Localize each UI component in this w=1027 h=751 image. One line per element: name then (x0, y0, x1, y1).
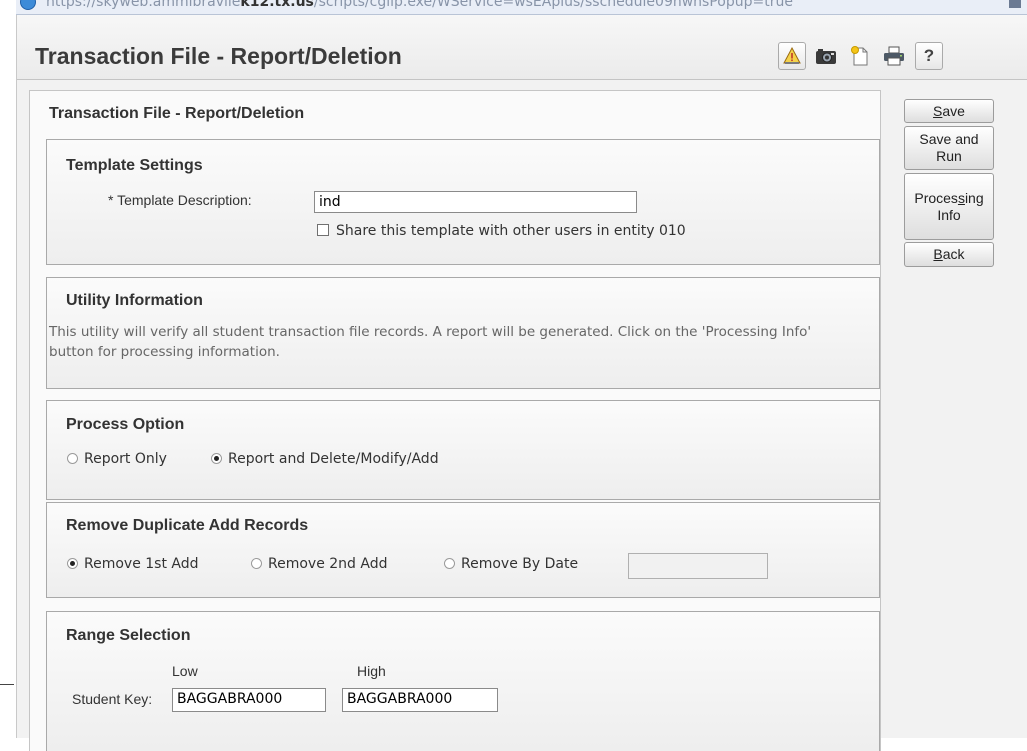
remove-1st-add-label: Remove 1st Add (84, 556, 199, 572)
template-settings-title: Template Settings (66, 157, 203, 174)
title-bar: Transaction File - Report/Deletion ? (17, 15, 1027, 80)
divider (0, 684, 14, 685)
back-button[interactable]: Back (904, 242, 994, 267)
popup-window: Transaction File - Report/Deletion ? Tra… (16, 15, 1027, 751)
student-key-low-input[interactable]: BAGGABRA000 (172, 688, 326, 712)
high-label: High (357, 663, 386, 679)
globe-icon (20, 0, 36, 10)
process-option-title: Process Option (66, 416, 185, 433)
report-and-delete-label: Report and Delete/Modify/Add (228, 451, 439, 467)
range-selection-title: Range Selection (66, 627, 191, 644)
utility-information-section: Utility Information This utility will ve… (46, 277, 880, 389)
report-only-label: Report Only (84, 451, 167, 467)
remove-2nd-add-label: Remove 2nd Add (268, 556, 388, 572)
remove-duplicates-section: Remove Duplicate Add Records Remove 1st … (46, 502, 880, 598)
alert-icon[interactable] (778, 42, 806, 70)
range-selection-section: Range Selection Low High Student Key: BA… (46, 611, 880, 751)
utility-information-title: Utility Information (66, 292, 203, 309)
remove-1st-add-radio[interactable] (67, 558, 78, 569)
remove-by-date-label: Remove By Date (461, 556, 579, 572)
remove-by-date-radio[interactable] (444, 558, 455, 569)
low-label: Low (172, 663, 198, 679)
new-note-icon[interactable] (846, 42, 874, 70)
window-control-icon[interactable] (1009, 0, 1021, 8)
browser-url-bar[interactable]: https://skyweb.ammibravllek12.tx.us/scri… (16, 0, 1027, 15)
utility-information-text: This utility will verify all student tra… (49, 324, 812, 360)
student-key-label: Student Key: (72, 691, 153, 707)
camera-icon[interactable] (812, 42, 840, 70)
save-button[interactable]: Save (904, 99, 994, 123)
processing-info-button[interactable]: Processing Info (904, 173, 994, 240)
share-template-label: Share this template with other users in … (336, 223, 686, 239)
template-description-label: * Template Description: (108, 192, 252, 208)
report-and-delete-radio[interactable] (211, 453, 222, 464)
save-and-run-button[interactable]: Save and Run (904, 126, 994, 170)
page-title: Transaction File - Report/Deletion (35, 43, 402, 69)
template-settings-section: Template Settings * Template Description… (46, 139, 880, 265)
url-text: https://skyweb.ammibravllek12.tx.us/scri… (46, 0, 793, 10)
remove-duplicates-title: Remove Duplicate Add Records (66, 517, 309, 534)
process-option-section: Process Option Report Only Report and De… (46, 400, 880, 500)
main-panel: Transaction File - Report/Deletion Templ… (29, 90, 881, 751)
template-description-input[interactable]: ind (314, 191, 637, 213)
share-template-checkbox[interactable] (317, 224, 329, 236)
student-key-high-input[interactable]: BAGGABRA000 (342, 688, 498, 712)
report-only-radio[interactable] (67, 453, 78, 464)
section-heading: Transaction File - Report/Deletion (49, 105, 305, 122)
remove-2nd-add-radio[interactable] (251, 558, 262, 569)
remove-by-date-input[interactable] (628, 553, 768, 579)
print-icon[interactable] (880, 42, 908, 70)
help-icon[interactable]: ? (915, 42, 943, 70)
